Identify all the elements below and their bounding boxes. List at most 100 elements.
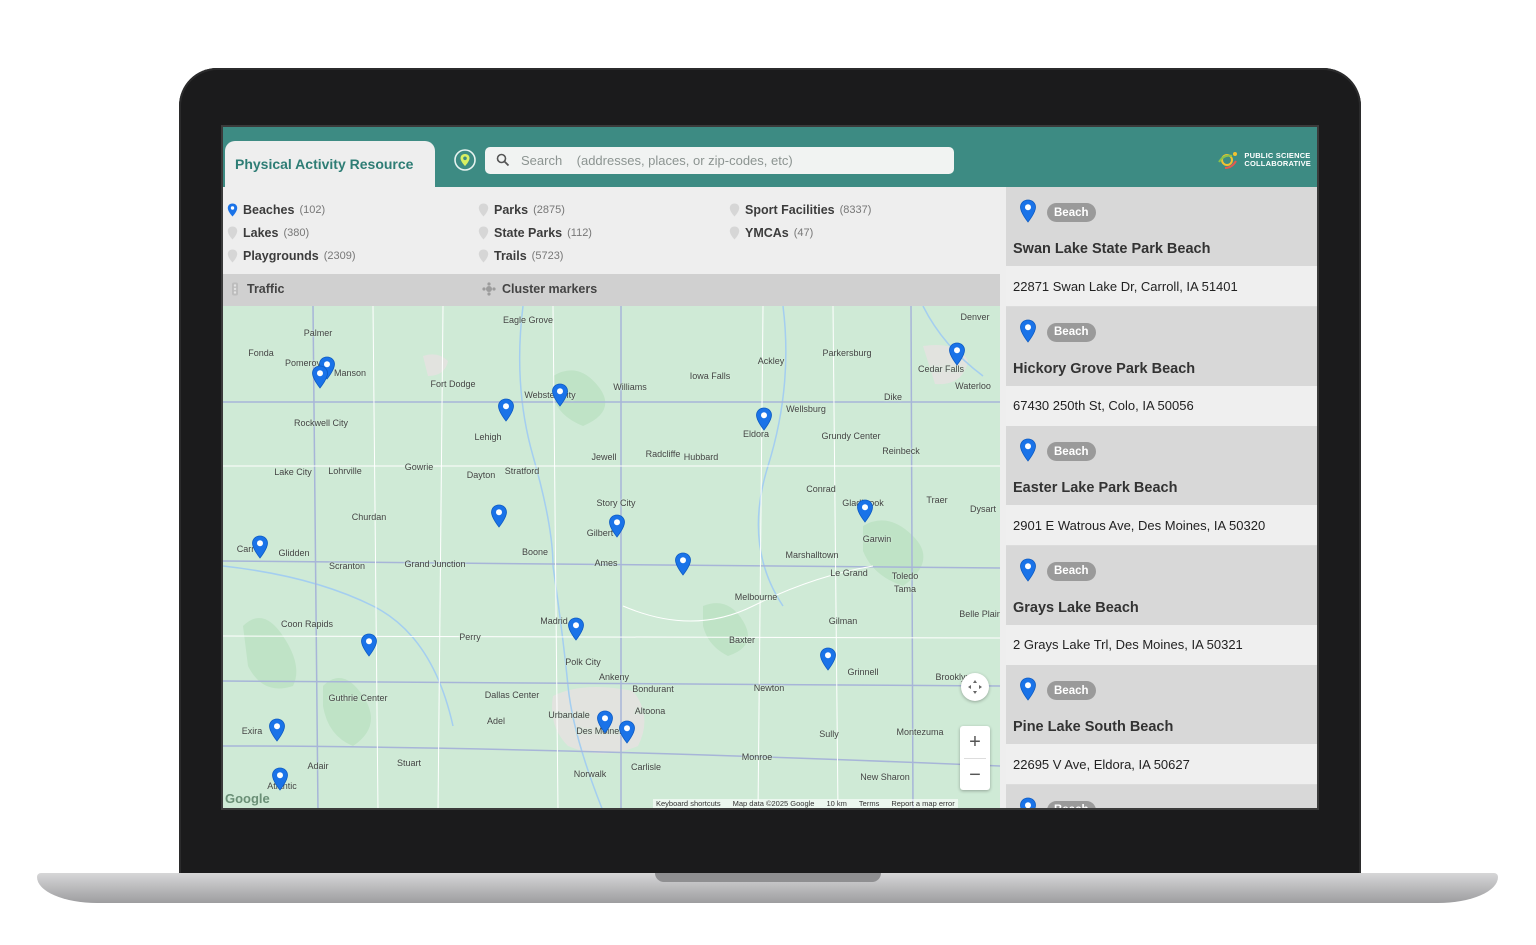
result-card-header: Beach Swan Lake State Park Beach (1006, 187, 1317, 266)
town-label: Lake City (274, 467, 312, 477)
beach-marker-pin-icon[interactable] (311, 365, 329, 389)
town-label: Perry (459, 632, 481, 642)
google-logo: Google (225, 791, 270, 806)
terms-link[interactable]: Terms (859, 799, 879, 808)
town-label: Rockwell City (293, 418, 349, 428)
filter-label: Parks (494, 202, 529, 217)
beach-marker-pin-icon[interactable] (567, 617, 585, 641)
beach-marker-pin-icon[interactable] (271, 767, 289, 791)
recenter-button[interactable] (961, 673, 989, 701)
filter-column-2: Parks (2875) State Parks (112) Trails (5… (478, 198, 592, 267)
beach-marker-pin-icon[interactable] (618, 720, 636, 744)
result-card-header: Beach Easter Lake Park Beach (1006, 426, 1317, 505)
filter-ymcas[interactable]: YMCAs (47) (729, 221, 871, 244)
category-filters: Beaches (102) Lakes (380) Playgrounds (2… (223, 187, 1000, 274)
zoom-out-button[interactable]: − (960, 759, 990, 791)
category-badge: Beach (1047, 442, 1096, 461)
result-card[interactable]: Beach (1006, 784, 1317, 808)
town-label: Gilman (828, 616, 858, 626)
beach-marker-pin-icon[interactable] (755, 407, 773, 431)
filter-playgrounds[interactable]: Playgrounds (2309) (227, 244, 356, 267)
beach-marker-pin-icon[interactable] (948, 342, 966, 366)
beach-marker-pin-icon[interactable] (856, 499, 874, 523)
filter-column-3: Sport Facilities (8337) YMCAs (47) (729, 198, 871, 244)
town-label: Newton (753, 683, 785, 693)
map-pin-icon (1019, 319, 1037, 348)
town-label: Fonda (248, 348, 274, 358)
category-badge: Beach (1047, 203, 1096, 222)
map-pin-icon (1019, 558, 1037, 587)
filter-trails[interactable]: Trails (5723) (478, 244, 592, 267)
result-address: 22695 V Ave, Eldora, IA 50627 (1006, 744, 1317, 785)
result-card[interactable]: Beach Swan Lake State Park Beach 22871 Swa… (1006, 187, 1317, 307)
beach-marker-pin-icon[interactable] (674, 552, 692, 576)
beach-marker-pin-icon[interactable] (251, 535, 269, 559)
pin-icon (227, 249, 238, 262)
keyboard-shortcuts-link[interactable]: Keyboard shortcuts (656, 799, 721, 808)
town-label: Tama (893, 584, 917, 594)
filter-count: (47) (793, 226, 814, 239)
beach-marker-pin-icon[interactable] (360, 633, 378, 657)
laptop-notch (655, 873, 881, 882)
town-label: Carlisle (630, 762, 662, 772)
result-card[interactable]: Beach Grays Lake Beach 2 Grays Lake Trl, D… (1006, 545, 1317, 666)
beach-marker-pin-icon[interactable] (497, 398, 515, 422)
result-card[interactable]: Beach Pine Lake South Beach 22695 V Ave, E… (1006, 665, 1317, 785)
pin-icon (478, 203, 489, 216)
report-error-link[interactable]: Report a map error (891, 799, 954, 808)
town-label: Dallas Center (484, 690, 540, 700)
filter-sport-facilities[interactable]: Sport Facilities (8337) (729, 198, 871, 221)
town-label: Toledo (891, 571, 919, 581)
beach-marker-pin-icon[interactable] (608, 514, 626, 538)
scale-label: 10 km (826, 799, 847, 808)
traffic-light-icon (232, 282, 238, 296)
map-pin-icon (1019, 438, 1037, 467)
result-name: Swan Lake State Park Beach (1013, 241, 1211, 257)
map-attribution: Keyboard shortcuts Map data ©2025 Google… (653, 799, 958, 808)
app-screen: Physical Activity Resource PUB (221, 125, 1319, 810)
zoom-in-button[interactable]: + (960, 726, 990, 758)
result-card[interactable]: Beach Easter Lake Park Beach 2901 E Watrou… (1006, 426, 1317, 546)
filter-count: (2309) (323, 249, 356, 262)
town-label: Ankeny (598, 672, 630, 682)
map-toggles: Traffic Cluster markers (223, 274, 1000, 306)
traffic-toggle[interactable]: Traffic (229, 282, 285, 296)
pin-icon (227, 203, 238, 216)
cluster-markers-toggle[interactable]: Cluster markers (482, 282, 597, 296)
town-label: Urbandale (548, 710, 590, 720)
town-label: Sully (819, 729, 839, 739)
beach-marker-pin-icon[interactable] (819, 647, 837, 671)
beach-marker-pin-icon[interactable] (268, 718, 286, 742)
location-pin-icon (454, 149, 476, 171)
filter-beaches[interactable]: Beaches (102) (227, 198, 356, 221)
town-label: Bondurant (632, 684, 674, 694)
search-box[interactable] (485, 147, 954, 174)
app-title: Physical Activity Resource (225, 141, 435, 187)
filter-label: Lakes (243, 225, 279, 240)
result-card-header: Beach (1006, 784, 1317, 808)
pin-icon (227, 226, 238, 239)
brand-logo: PUBLIC SCIENCE COLLABORATIVE (1216, 147, 1311, 173)
town-label: Palmer (303, 328, 333, 338)
category-badge: Beach (1047, 681, 1096, 700)
town-label: Stuart (396, 758, 422, 768)
filter-parks[interactable]: Parks (2875) (478, 198, 592, 221)
result-address: 22871 Swan Lake Dr, Carroll, IA 51401 (1006, 266, 1317, 307)
town-label: Dayton (466, 470, 496, 480)
beach-marker-pin-icon[interactable] (596, 710, 614, 734)
result-card-header: Beach Grays Lake Beach (1006, 545, 1317, 625)
town-label: Williams (613, 382, 647, 392)
filter-state-parks[interactable]: State Parks (112) (478, 221, 592, 244)
filter-lakes[interactable]: Lakes (380) (227, 221, 356, 244)
town-label: Traer (926, 495, 948, 505)
beach-marker-pin-icon[interactable] (551, 383, 569, 407)
town-label: Garwin (862, 534, 892, 544)
beach-marker-pin-icon[interactable] (490, 504, 508, 528)
map-view[interactable]: Palmer Eagle Grove Denver Fonda Pomeroy Manso… (223, 306, 1000, 808)
town-label: Dysart (969, 504, 997, 514)
filter-count: (2875) (533, 203, 565, 216)
filter-label: Playgrounds (243, 248, 319, 263)
result-card[interactable]: Beach Hickory Grove Park Beach 67430 250th… (1006, 306, 1317, 427)
search-input[interactable] (519, 152, 954, 169)
location-pin-button[interactable] (451, 147, 479, 175)
